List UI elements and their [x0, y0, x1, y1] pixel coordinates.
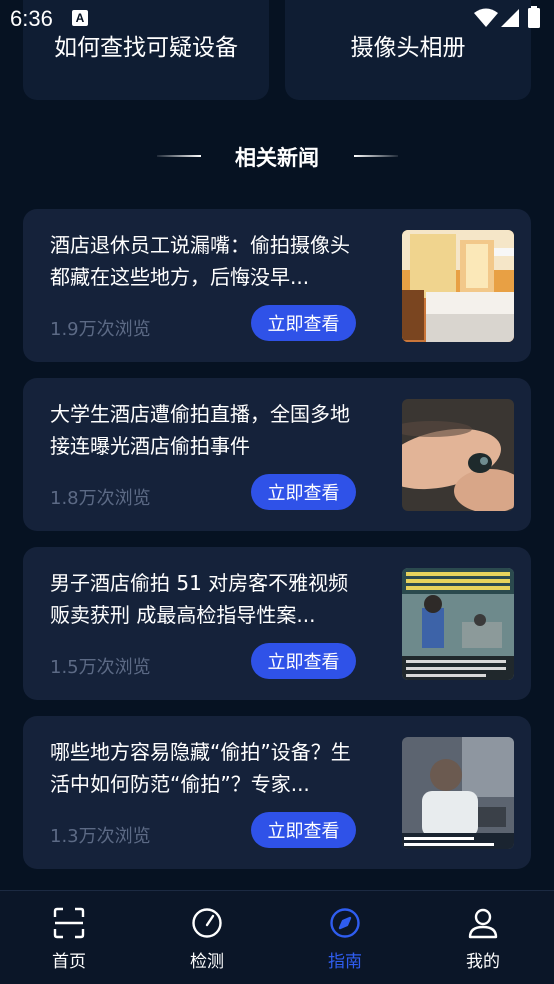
status-time: 6:36	[10, 6, 53, 31]
hidden-camera-in-fingers-image	[402, 399, 514, 511]
news-card[interactable]: 男子酒店偷拍 51 对房客不雅视频贩卖获刑 成最高检指导性案... 1.5万次浏…	[23, 547, 531, 700]
nav-label-detect: 检测	[190, 952, 224, 972]
user-icon	[468, 908, 498, 939]
news-title: 哪些地方容易隐藏“偷拍”设备？生活中如何防范“偷拍”？专家...	[50, 740, 351, 796]
scan-icon	[53, 907, 85, 939]
news-views: 1.9万次浏览	[50, 319, 151, 340]
battery-icon	[528, 6, 540, 28]
view-now-button[interactable]: 立即查看	[251, 812, 356, 848]
news-title: 大学生酒店遭偷拍直播，全国多地接连曝光酒店偷拍事件	[50, 402, 350, 458]
news-title: 男子酒店偷拍 51 对房客不雅视频贩卖获刑 成最高检指导性案...	[50, 571, 349, 627]
compass-icon	[330, 908, 360, 938]
nav-label-profile: 我的	[466, 952, 500, 972]
bottom-navigation: 首页 检测 指南 我的	[0, 890, 554, 984]
status-bar: 6:36 A	[0, 0, 554, 36]
view-now-button[interactable]: 立即查看	[251, 305, 356, 341]
a-icon: A	[72, 10, 88, 26]
view-now-button[interactable]: 立即查看	[251, 474, 356, 510]
news-interview-image	[402, 737, 514, 849]
news-views: 1.5万次浏览	[50, 657, 151, 678]
hotel-room-image	[402, 230, 514, 342]
news-card[interactable]: 大学生酒店遭偷拍直播，全国多地接连曝光酒店偷拍事件 1.8万次浏览 立即查看	[23, 378, 531, 531]
app-screen: 如何查找可疑设备 摄像头相册 6:36 A 相关新闻 酒店退休员工说漏嘴：偷拍摄…	[0, 0, 554, 984]
section-title: 相关新闻	[235, 146, 319, 170]
interrogation-room-image	[402, 568, 514, 680]
wifi-icon	[474, 8, 498, 27]
section-divider-right	[354, 155, 398, 157]
news-card[interactable]: 酒店退休员工说漏嘴：偷拍摄像头都藏在这些地方，后悔没早... 1.9万次浏览 立…	[23, 209, 531, 362]
nav-label-guide: 指南	[328, 952, 362, 972]
gauge-icon	[192, 908, 222, 938]
nav-item-home[interactable]: 首页	[0, 891, 138, 984]
nav-label-home: 首页	[52, 952, 86, 972]
news-card[interactable]: 哪些地方容易隐藏“偷拍”设备？生活中如何防范“偷拍”？专家... 1.3万次浏览…	[23, 716, 531, 869]
nav-item-profile[interactable]: 我的	[414, 891, 552, 984]
nav-item-detect[interactable]: 检测	[138, 891, 276, 984]
section-header: 相关新闻	[0, 138, 554, 174]
view-now-button[interactable]: 立即查看	[251, 643, 356, 679]
news-views: 1.8万次浏览	[50, 488, 151, 509]
nav-item-guide[interactable]: 指南	[276, 891, 414, 984]
news-title: 酒店退休员工说漏嘴：偷拍摄像头都藏在这些地方，后悔没早...	[50, 233, 350, 289]
signal-icon	[501, 9, 519, 27]
news-views: 1.3万次浏览	[50, 826, 151, 847]
